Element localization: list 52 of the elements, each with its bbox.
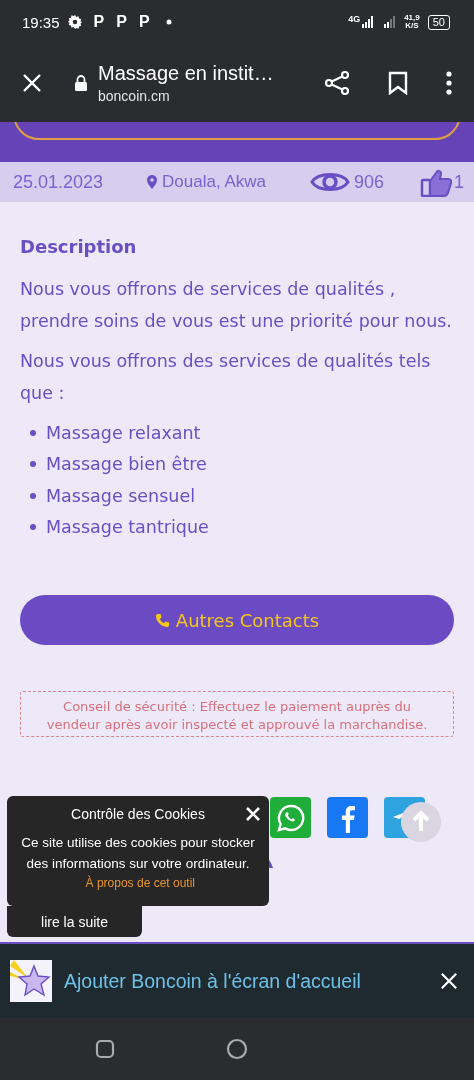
service-item: Massage relaxant: [46, 422, 201, 443]
popup-title: Contrôle des Cookies: [71, 806, 205, 822]
whatsapp-button[interactable]: [270, 797, 311, 838]
home-icon[interactable]: [226, 1038, 248, 1060]
close-icon[interactable]: [245, 806, 261, 822]
network-type: 4G: [348, 14, 361, 24]
signal-icon: [362, 16, 375, 28]
bullet-icon: [30, 429, 36, 436]
thumbs-up-icon[interactable]: [420, 167, 453, 197]
share-icon[interactable]: [324, 70, 350, 96]
description-paragraph: Nous vous offrons de services de qualités , prendre soins de vous est une priorité pour nous.: [20, 278, 453, 333]
post-date: 25.01.2023: [13, 171, 104, 193]
notification-letter: P: [93, 13, 105, 31]
notification-letter: P: [138, 13, 150, 31]
lock-icon: [74, 75, 88, 91]
page-url[interactable]: boncoin.cm: [98, 88, 286, 104]
close-icon[interactable]: [22, 73, 42, 93]
star-logo-icon: [10, 960, 52, 1002]
view-count: 906: [354, 171, 385, 193]
service-item: Massage tantrique: [46, 517, 209, 538]
gear-icon: [67, 15, 82, 29]
phone-icon: [154, 612, 170, 628]
more-icon[interactable]: [446, 71, 452, 95]
like-count: 1: [454, 171, 465, 193]
service-item: Massage sensuel: [46, 485, 196, 506]
status-time: 19:35: [22, 13, 60, 31]
battery-level: 50: [427, 14, 450, 30]
bullet-icon: [30, 461, 36, 468]
notification-letter: P: [116, 13, 127, 31]
section-heading: Description: [20, 236, 138, 257]
speed-unit: K/S: [405, 22, 419, 30]
bullet-icon: [30, 492, 36, 499]
read-more-button[interactable]: lire la suite: [7, 906, 142, 937]
signal-icon: [384, 16, 397, 28]
service-item: Massage bien être: [46, 454, 207, 475]
location-pin-icon: [147, 175, 158, 189]
close-icon[interactable]: [440, 972, 458, 990]
recent-apps-icon[interactable]: [95, 1039, 116, 1059]
bookmark-icon[interactable]: [388, 71, 408, 95]
contacts-button[interactable]: Autres Contacts: [20, 595, 454, 645]
dot-icon: [165, 19, 172, 25]
network-speed: 41,9: [404, 14, 420, 22]
page-title: Massage en instit…: [98, 62, 275, 85]
about-link[interactable]: À propos de cet outil: [13, 876, 263, 890]
location: Douala, Akwa: [162, 172, 267, 192]
cookie-message: Ce site utilise des cookies pour stocker des informations sur votre ordinateur.: [20, 834, 256, 873]
description-paragraph: Nous vous offrons des services de qualités tels que :: [20, 350, 432, 405]
facebook-button[interactable]: [327, 797, 368, 838]
safety-notice: Conseil de sécurité : Effectuez le paiement auprès du vendeur après avoir inspecté et approuvé la marchandise.: [20, 691, 454, 737]
bullet-icon: [30, 524, 36, 531]
scroll-top-icon[interactable]: [401, 802, 441, 842]
whatsapp-icon: [275, 802, 306, 833]
